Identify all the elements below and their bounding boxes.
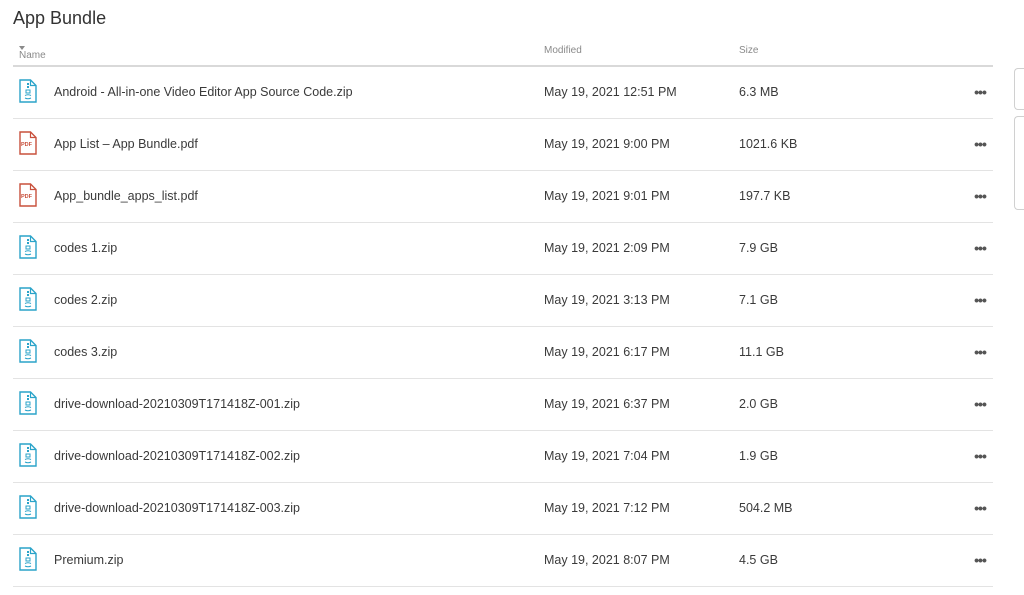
table-row[interactable]: drive-download-20210309T171418Z-002.zip M… (13, 431, 993, 483)
name-column-header[interactable]: Name (19, 45, 46, 61)
page-title: App Bundle (13, 8, 107, 28)
table-header: Name Modified Size (13, 40, 993, 67)
pdf-file-icon: PDF (19, 131, 37, 155)
file-size: 1021.6 KB (739, 137, 798, 151)
more-options-icon[interactable]: ••• (968, 340, 992, 364)
file-size: 504.2 MB (739, 501, 793, 515)
file-size: 2.0 GB (739, 397, 778, 411)
table-row[interactable]: PDF App_bundle_apps_list.pdf May 19, 2021 … (13, 171, 993, 223)
side-panel-tab[interactable] (1014, 68, 1024, 110)
file-modified-date: May 19, 2021 9:01 PM (544, 189, 670, 203)
pdf-badge-label: PDF (21, 194, 32, 200)
table-row[interactable]: Android - All-in-one Video Editor App So… (13, 67, 993, 119)
file-modified-date: May 19, 2021 2:09 PM (544, 241, 670, 255)
side-panel-tab[interactable] (1014, 116, 1024, 210)
table-row[interactable]: drive-download-20210309T171418Z-003.zip M… (13, 483, 993, 535)
file-name-link[interactable]: codes 2.zip (54, 293, 117, 307)
file-modified-date: May 19, 2021 6:37 PM (544, 397, 670, 411)
file-modified-date: May 19, 2021 6:17 PM (544, 345, 670, 359)
name-column-label: Name (19, 50, 46, 61)
table-row[interactable]: Premium.zip May 19, 2021 8:07 PM 4.5 GB ••• (13, 535, 993, 587)
file-name-link[interactable]: Android - All-in-one Video Editor App So… (54, 85, 353, 99)
file-modified-date: May 19, 2021 12:51 PM (544, 85, 677, 99)
zip-file-icon (19, 235, 37, 259)
file-name-link[interactable]: drive-download-20210309T171418Z-003.zip (54, 501, 300, 515)
file-list: Android - All-in-one Video Editor App So… (13, 67, 993, 587)
zip-file-icon (19, 547, 37, 571)
file-name-link[interactable]: App List – App Bundle.pdf (54, 137, 198, 151)
file-size: 7.9 GB (739, 241, 778, 255)
zip-file-icon (19, 287, 37, 311)
size-column-header[interactable]: Size (739, 45, 758, 56)
file-size: 197.7 KB (739, 189, 791, 203)
zip-file-icon (19, 443, 37, 467)
table-row[interactable]: codes 1.zip May 19, 2021 2:09 PM 7.9 GB ••• (13, 223, 993, 275)
file-name-link[interactable]: App_bundle_apps_list.pdf (54, 189, 198, 203)
zip-file-icon (19, 495, 37, 519)
more-options-icon[interactable]: ••• (968, 444, 992, 468)
file-name-link[interactable]: drive-download-20210309T171418Z-002.zip (54, 449, 300, 463)
file-name-link[interactable]: Premium.zip (54, 553, 123, 567)
more-options-icon[interactable]: ••• (968, 236, 992, 260)
file-name-link[interactable]: codes 3.zip (54, 345, 117, 359)
file-name-link[interactable]: codes 1.zip (54, 241, 117, 255)
more-options-icon[interactable]: ••• (968, 392, 992, 416)
zip-file-icon (19, 339, 37, 363)
file-name-link[interactable]: drive-download-20210309T171418Z-001.zip (54, 397, 300, 411)
more-options-icon[interactable]: ••• (968, 288, 992, 312)
pdf-badge-label: PDF (21, 142, 32, 148)
more-options-icon[interactable]: ••• (968, 548, 992, 572)
file-size: 1.9 GB (739, 449, 778, 463)
file-modified-date: May 19, 2021 7:12 PM (544, 501, 670, 515)
file-modified-date: May 19, 2021 7:04 PM (544, 449, 670, 463)
file-size: 7.1 GB (739, 293, 778, 307)
file-table: Name Modified Size Android - All-in-one … (13, 40, 993, 587)
more-options-icon[interactable]: ••• (968, 80, 992, 104)
table-row[interactable]: drive-download-20210309T171418Z-001.zip M… (13, 379, 993, 431)
table-row[interactable]: PDF App List – App Bundle.pdf May 19, 2021… (13, 119, 993, 171)
more-options-icon[interactable]: ••• (968, 132, 992, 156)
file-size: 6.3 MB (739, 85, 779, 99)
more-options-icon[interactable]: ••• (968, 496, 992, 520)
more-options-icon[interactable]: ••• (968, 184, 992, 208)
file-modified-date: May 19, 2021 9:00 PM (544, 137, 670, 151)
table-row[interactable]: codes 3.zip May 19, 2021 6:17 PM 11.1 GB ••… (13, 327, 993, 379)
modified-column-header[interactable]: Modified (544, 45, 582, 56)
table-row[interactable]: codes 2.zip May 19, 2021 3:13 PM 7.1 GB ••• (13, 275, 993, 327)
zip-file-icon (19, 79, 37, 103)
pdf-file-icon: PDF (19, 183, 37, 207)
file-size: 11.1 GB (739, 345, 784, 359)
file-modified-date: May 19, 2021 8:07 PM (544, 553, 670, 567)
file-modified-date: May 19, 2021 3:13 PM (544, 293, 670, 307)
zip-file-icon (19, 391, 37, 415)
file-size: 4.5 GB (739, 553, 778, 567)
